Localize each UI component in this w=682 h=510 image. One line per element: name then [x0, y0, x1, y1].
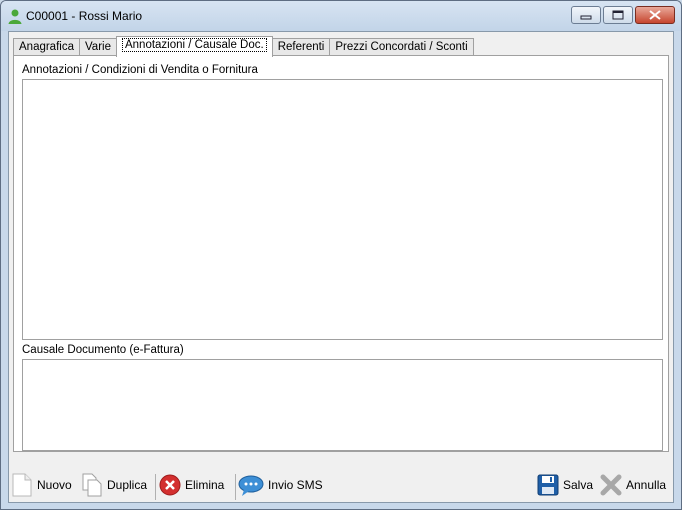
- notes-label: Annotazioni / Condizioni di Vendita o Fo…: [22, 64, 258, 76]
- invio-sms-label: Invio SMS: [268, 478, 323, 492]
- tab-referenti[interactable]: Referenti: [271, 38, 331, 56]
- notes-textarea[interactable]: [22, 79, 663, 340]
- sms-bubble-icon: [238, 475, 264, 496]
- close-icon: [649, 10, 661, 20]
- new-document-icon: [12, 473, 32, 497]
- title-bar[interactable]: C00001 - Rossi Mario: [1, 1, 681, 31]
- application-window: C00001 - Rossi Mario Anagrafica Varie An…: [0, 0, 682, 510]
- tab-prezzi-concordati[interactable]: Prezzi Concordati / Sconti: [329, 38, 474, 56]
- window-title: C00001 - Rossi Mario: [26, 9, 143, 23]
- close-button[interactable]: [635, 6, 675, 24]
- tab-varie[interactable]: Varie: [78, 38, 117, 56]
- duplicate-icon: [82, 473, 102, 497]
- tab-label: Varie: [84, 41, 111, 53]
- salva-button[interactable]: Salva: [537, 472, 593, 498]
- elimina-label: Elimina: [185, 478, 225, 492]
- form-body: Anagrafica Varie Annotazioni / Causale D…: [8, 31, 674, 503]
- tab-label: Anagrafica: [19, 41, 74, 53]
- toolbar-divider: [235, 474, 236, 500]
- nuovo-button[interactable]: Nuovo: [11, 472, 72, 498]
- tab-label: Prezzi Concordati / Sconti: [335, 41, 468, 53]
- annulla-button[interactable]: Annulla: [600, 472, 666, 498]
- window-controls: [571, 6, 675, 24]
- save-floppy-icon: [537, 474, 559, 496]
- salva-label: Salva: [563, 478, 594, 492]
- annulla-label: Annulla: [626, 478, 667, 492]
- tab-label: Annotazioni / Causale Doc.: [121, 38, 267, 52]
- tab-strip: Anagrafica Varie Annotazioni / Causale D…: [13, 36, 474, 57]
- causale-textarea[interactable]: [22, 359, 663, 451]
- action-toolbar: Nuovo Duplica Elimina Invio SMS Salva An…: [9, 468, 673, 502]
- minimize-icon: [580, 15, 592, 20]
- cancel-x-icon: [600, 474, 622, 496]
- toolbar-divider: [155, 474, 156, 500]
- duplica-button[interactable]: Duplica: [81, 472, 147, 498]
- maximize-button[interactable]: [603, 6, 633, 24]
- maximize-icon: [612, 10, 624, 20]
- delete-icon: [159, 474, 181, 496]
- elimina-button[interactable]: Elimina: [159, 472, 224, 498]
- tab-panel-annotazioni: Annotazioni / Condizioni di Vendita o Fo…: [13, 55, 669, 452]
- tab-label: Referenti: [277, 41, 325, 53]
- causale-label: Causale Documento (e-Fattura): [22, 344, 184, 356]
- tab-annotazioni[interactable]: Annotazioni / Causale Doc.: [115, 36, 273, 57]
- invio-sms-button[interactable]: Invio SMS: [238, 472, 323, 498]
- duplica-label: Duplica: [107, 478, 148, 492]
- user-icon: [8, 9, 22, 24]
- minimize-button[interactable]: [571, 6, 601, 24]
- tab-anagrafica[interactable]: Anagrafica: [13, 38, 80, 56]
- nuovo-label: Nuovo: [37, 478, 72, 492]
